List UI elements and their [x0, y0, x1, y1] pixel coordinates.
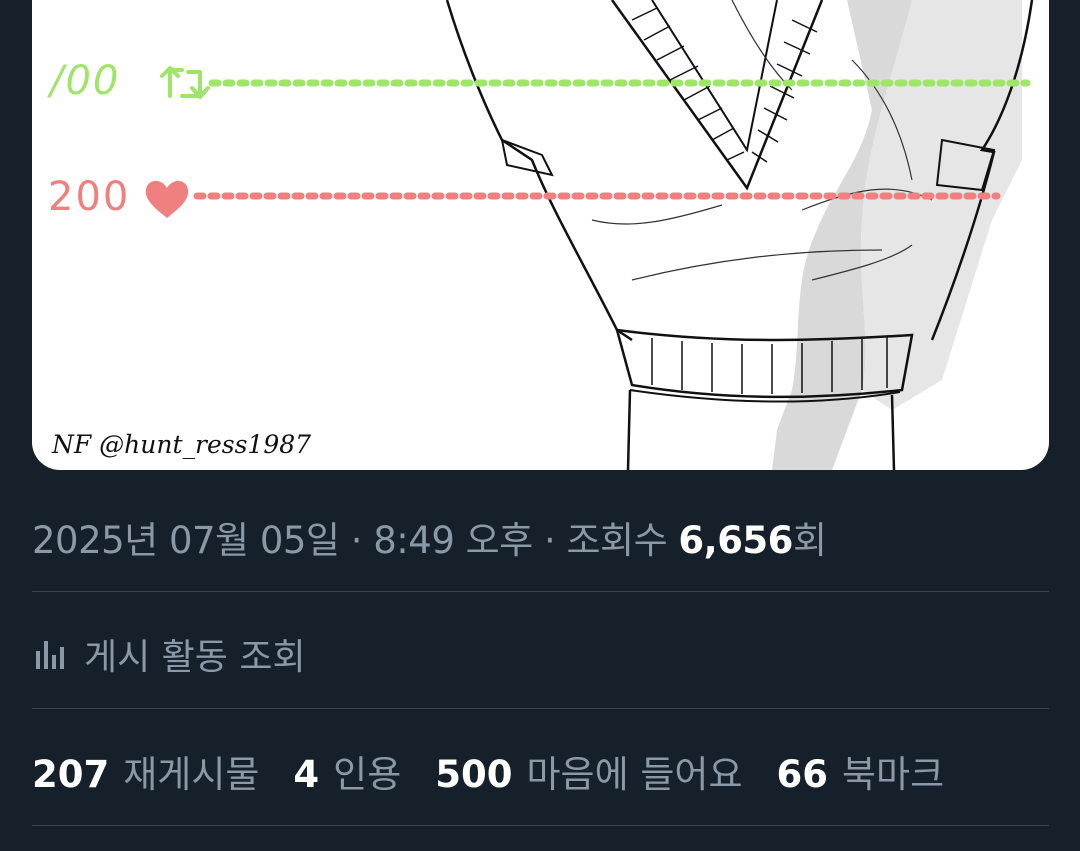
divider [32, 591, 1049, 592]
reposts-stat[interactable]: 207 재게시물 [32, 744, 259, 798]
divider [32, 825, 1049, 826]
post-time[interactable]: 8:49 오후 [373, 519, 533, 562]
view-post-activity-label: 게시 활동 조회 [84, 637, 306, 678]
likes-count: 500 [435, 753, 513, 796]
post-timestamp-line: 2025년 07월 05일 · 8:49 오후 · 조회수 6,656회 [32, 510, 827, 564]
divider [32, 708, 1049, 709]
reposts-count: 207 [32, 753, 110, 796]
sweater-sketch-illustration [145, 0, 1034, 470]
bookmarks-label: 북마크 [842, 753, 945, 796]
bookmarks-stat[interactable]: 66 북마크 [777, 744, 945, 798]
separator: · [543, 519, 556, 562]
retweet-goal-text: /00 [50, 58, 121, 104]
engagement-stats: 207 재게시물 4 인용 500 마음에 들어요 66 북마크 [32, 744, 978, 798]
likes-stat[interactable]: 500 마음에 들어요 [435, 744, 742, 798]
retweet-icon [160, 66, 210, 99]
views-count: 6,656 [678, 519, 793, 562]
bar-chart-icon [36, 641, 64, 669]
post-detail-view: /00 200 NF @hunt_ress1987 2025년 07월 05일 … [0, 0, 1080, 851]
artist-signature: NF @hunt_ress1987 [52, 430, 312, 459]
post-image[interactable]: /00 200 NF @hunt_ress1987 [32, 0, 1049, 470]
like-goal-text: 200 [48, 174, 131, 220]
post-date[interactable]: 2025년 07월 05일 [32, 519, 340, 562]
view-post-activity-link[interactable]: 게시 활동 조회 [32, 626, 306, 682]
heart-icon [145, 180, 189, 218]
reposts-label: 재게시물 [123, 753, 260, 796]
views-suffix: 회 [792, 519, 827, 562]
quotes-label: 인용 [333, 753, 402, 796]
quotes-count: 4 [293, 753, 320, 796]
quotes-stat[interactable]: 4 인용 [293, 744, 401, 798]
views-prefix: 조회수 [566, 519, 668, 562]
likes-label: 마음에 들어요 [526, 753, 743, 796]
bookmarks-count: 66 [776, 753, 829, 796]
separator: · [350, 519, 363, 562]
